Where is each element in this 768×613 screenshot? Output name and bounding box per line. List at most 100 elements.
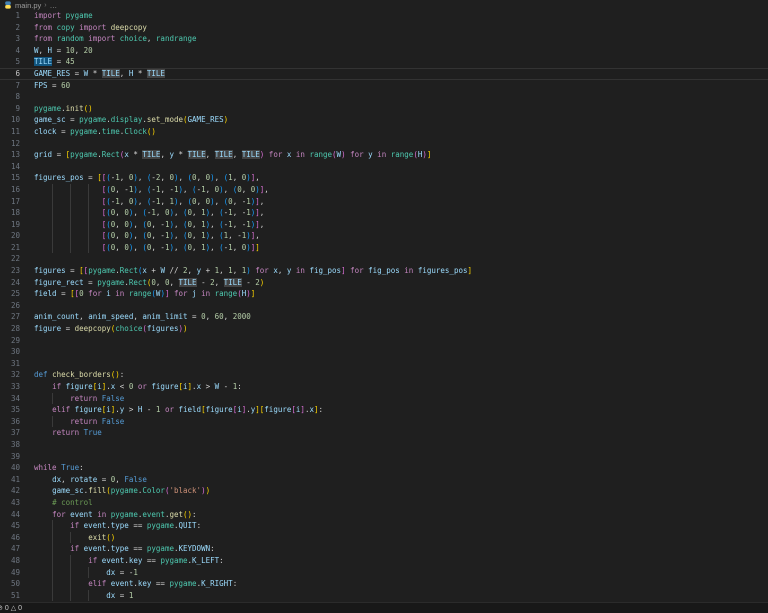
code-line[interactable]: 36 return False	[0, 416, 768, 428]
indent-guide	[52, 207, 53, 219]
code-line[interactable]: 45 if event.type == pygame.QUIT:	[0, 520, 768, 532]
line-number: 15	[0, 172, 20, 184]
code-line[interactable]: 51 dx = 1	[0, 590, 768, 602]
line-number: 49	[0, 567, 20, 579]
indent-guide	[88, 230, 89, 242]
code-line[interactable]: 23figures = [[pygame.Rect(x + W // 2, y …	[0, 265, 768, 277]
line-number: 46	[0, 532, 20, 544]
indent-guide	[88, 184, 89, 196]
indent-guide	[52, 393, 53, 405]
error-circle-icon: ⊘	[0, 605, 3, 612]
code-line[interactable]: 3from random import choice, randrange	[0, 33, 768, 45]
problems-indicator[interactable]: ⊘ 0 △ 0	[0, 605, 24, 612]
code-line[interactable]: 13grid = [pygame.Rect(x * TILE, y * TILE…	[0, 149, 768, 161]
code-line[interactable]: 48 if event.key == pygame.K_LEFT:	[0, 555, 768, 567]
code-line[interactable]: 27anim_count, anim_speed, anim_limit = 0…	[0, 311, 768, 323]
code-line[interactable]: 50 elif event.key == pygame.K_RIGHT:	[0, 578, 768, 590]
code-line[interactable]: 35 elif figure[i].y > H - 1 or field[fig…	[0, 404, 768, 416]
indent-guide	[52, 567, 53, 579]
code-line[interactable]: 47 if event.type == pygame.KEYDOWN:	[0, 543, 768, 555]
code-line[interactable]: 21 [(0, 0), (0, -1), (0, 1), (-1, 0)]]	[0, 242, 768, 254]
code-line[interactable]: 26	[0, 300, 768, 312]
code-line[interactable]: 25field = [[0 for i in range(W)] for j i…	[0, 288, 768, 300]
code-line[interactable]: 37 return True	[0, 427, 768, 439]
code-text: for event in pygame.event.get():	[20, 509, 768, 521]
code-text: GAME_RES = W * TILE, H * TILE	[20, 68, 768, 80]
code-line[interactable]: 38	[0, 439, 768, 451]
indent-guide	[88, 242, 89, 254]
line-number: 25	[0, 288, 20, 300]
code-text: [(0, 0), (0, -1), (0, 1), (-1, 0)]]	[20, 242, 768, 254]
indent-guide	[88, 219, 89, 231]
code-text: exit()	[20, 532, 768, 544]
code-line[interactable]: 49 dx = -1	[0, 567, 768, 579]
code-line[interactable]: 14	[0, 161, 768, 173]
line-number: 43	[0, 497, 20, 509]
indent-guide	[52, 590, 53, 602]
line-number: 31	[0, 358, 20, 370]
code-line[interactable]: 12	[0, 138, 768, 150]
code-line[interactable]: 2from copy import deepcopy	[0, 22, 768, 34]
breadcrumb-file[interactable]: main.py	[15, 1, 41, 10]
line-number: 18	[0, 207, 20, 219]
line-number: 7	[0, 80, 20, 92]
chevron-right-icon: ›	[44, 2, 46, 9]
code-line[interactable]: 32def check_borders():	[0, 369, 768, 381]
code-line[interactable]: 10game_sc = pygame.display.set_mode(GAME…	[0, 114, 768, 126]
code-text: [(0, 0), (0, -1), (0, 1), (1, -1)],	[20, 230, 768, 242]
line-number: 29	[0, 335, 20, 347]
code-text: # control	[20, 497, 768, 509]
code-line[interactable]: 39	[0, 451, 768, 463]
line-number: 24	[0, 277, 20, 289]
code-line[interactable]: 31	[0, 358, 768, 370]
python-file-icon	[4, 1, 12, 9]
code-text	[20, 253, 768, 265]
code-line[interactable]: 43 # control	[0, 497, 768, 509]
code-line[interactable]: 5TILE = 45	[0, 56, 768, 68]
line-number: 30	[0, 346, 20, 358]
code-text: while True:	[20, 462, 768, 474]
code-line[interactable]: 1import pygame	[0, 10, 768, 22]
code-line[interactable]: 17 [(-1, 0), (-1, 1), (0, 0), (0, -1)],	[0, 196, 768, 208]
code-line[interactable]: 8	[0, 91, 768, 103]
code-line[interactable]: 33 if figure[i].x < 0 or figure[i].x > W…	[0, 381, 768, 393]
code-line[interactable]: 34 return False	[0, 393, 768, 405]
code-line[interactable]: 41 dx, rotate = 0, False	[0, 474, 768, 486]
code-line[interactable]: 22	[0, 253, 768, 265]
line-number: 23	[0, 265, 20, 277]
code-line[interactable]: 19 [(0, 0), (0, -1), (0, 1), (-1, -1)],	[0, 219, 768, 231]
breadcrumb-symbol-ellipsis[interactable]: …	[50, 1, 58, 10]
indent-guide	[88, 207, 89, 219]
indent-guide	[52, 555, 53, 567]
code-line[interactable]: 9pygame.init()	[0, 103, 768, 115]
code-line[interactable]: 16 [(0, -1), (-1, -1), (-1, 0), (0, 0)],	[0, 184, 768, 196]
code-line[interactable]: 44 for event in pygame.event.get():	[0, 509, 768, 521]
code-line[interactable]: 28figure = deepcopy(choice(figures))	[0, 323, 768, 335]
code-line[interactable]: 29	[0, 335, 768, 347]
line-number: 13	[0, 149, 20, 161]
code-text: [(0, -1), (-1, -1), (-1, 0), (0, 0)],	[20, 184, 768, 196]
code-line[interactable]: 4W, H = 10, 20	[0, 45, 768, 57]
code-line[interactable]: 40while True:	[0, 462, 768, 474]
code-line[interactable]: 11clock = pygame.time.Clock()	[0, 126, 768, 138]
indent-guide	[70, 555, 71, 567]
indent-guide	[70, 207, 71, 219]
indent-guide	[88, 567, 89, 579]
code-text: figure_rect = pygame.Rect(0, 0, TILE - 2…	[20, 277, 768, 289]
code-line[interactable]: 30	[0, 346, 768, 358]
code-text: if figure[i].x < 0 or figure[i].x > W - …	[20, 381, 768, 393]
code-text: figures = [[pygame.Rect(x + W // 2, y + …	[20, 265, 768, 277]
code-line[interactable]: 20 [(0, 0), (0, -1), (0, 1), (1, -1)],	[0, 230, 768, 242]
code-text: if event.key == pygame.K_LEFT:	[20, 555, 768, 567]
code-line[interactable]: 15figures_pos = [[(-1, 0), (-2, 0), (0, …	[0, 172, 768, 184]
code-line[interactable]: 18 [(0, 0), (-1, 0), (0, 1), (-1, -1)],	[0, 207, 768, 219]
code-line[interactable]: 7FPS = 60	[0, 80, 768, 92]
code-line[interactable]: 42 game_sc.fill(pygame.Color('black'))	[0, 485, 768, 497]
code-text	[20, 300, 768, 312]
code-editor[interactable]: 1import pygame2from copy import deepcopy…	[0, 10, 768, 602]
code-line[interactable]: 24figure_rect = pygame.Rect(0, 0, TILE -…	[0, 277, 768, 289]
line-number: 2	[0, 22, 20, 34]
code-text	[20, 91, 768, 103]
code-line[interactable]: 6GAME_RES = W * TILE, H * TILE	[0, 68, 768, 80]
code-line[interactable]: 46 exit()	[0, 532, 768, 544]
